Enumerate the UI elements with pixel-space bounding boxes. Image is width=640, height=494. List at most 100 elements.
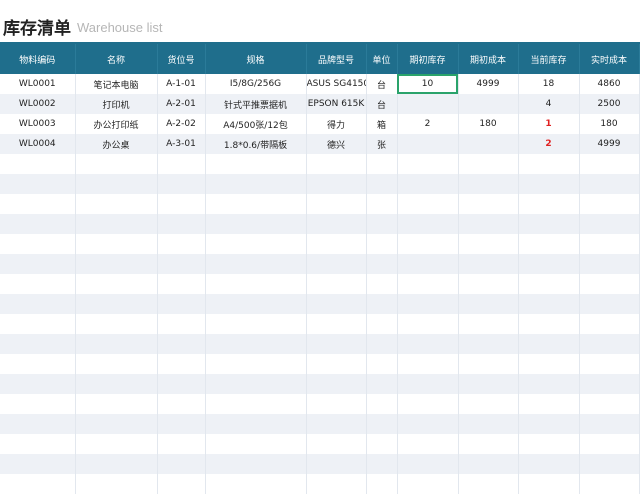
cell-name[interactable]: 办公桌: [75, 134, 158, 154]
empty-cell[interactable]: [397, 394, 459, 414]
empty-cell[interactable]: [579, 354, 640, 374]
empty-cell[interactable]: [75, 174, 158, 194]
empty-cell[interactable]: [397, 474, 459, 494]
empty-cell[interactable]: [518, 454, 580, 474]
empty-cell[interactable]: [306, 414, 367, 434]
empty-cell[interactable]: [397, 254, 459, 274]
cell-unit[interactable]: 张: [366, 134, 398, 154]
empty-cell[interactable]: [0, 294, 76, 314]
empty-cell[interactable]: [205, 434, 307, 454]
empty-cell[interactable]: [157, 434, 206, 454]
empty-cell[interactable]: [75, 294, 158, 314]
cell-opening-stock-selected[interactable]: 10: [397, 74, 459, 94]
header-opening-cost[interactable]: 期初成本: [458, 44, 519, 74]
empty-cell[interactable]: [518, 254, 580, 274]
empty-cell[interactable]: [157, 154, 206, 174]
cell-brand[interactable]: EPSON 615K: [306, 94, 367, 114]
empty-cell[interactable]: [458, 374, 519, 394]
empty-cell[interactable]: [397, 454, 459, 474]
empty-cell[interactable]: [0, 334, 76, 354]
empty-cell[interactable]: [397, 214, 459, 234]
empty-cell[interactable]: [157, 254, 206, 274]
empty-cell[interactable]: [306, 234, 367, 254]
empty-cell[interactable]: [205, 174, 307, 194]
empty-cell[interactable]: [205, 294, 307, 314]
empty-cell[interactable]: [75, 414, 158, 434]
empty-cell[interactable]: [306, 294, 367, 314]
empty-cell[interactable]: [366, 194, 398, 214]
empty-cell[interactable]: [205, 214, 307, 234]
empty-cell[interactable]: [579, 414, 640, 434]
header-current-stock[interactable]: 当前库存: [518, 44, 580, 74]
empty-cell[interactable]: [518, 314, 580, 334]
empty-cell[interactable]: [458, 414, 519, 434]
empty-cell[interactable]: [306, 214, 367, 234]
empty-cell[interactable]: [75, 474, 158, 494]
empty-cell[interactable]: [0, 154, 76, 174]
empty-cell[interactable]: [306, 254, 367, 274]
empty-cell[interactable]: [306, 354, 367, 374]
cell-unit[interactable]: 台: [366, 94, 398, 114]
empty-cell[interactable]: [0, 234, 76, 254]
empty-cell[interactable]: [579, 194, 640, 214]
empty-cell[interactable]: [366, 274, 398, 294]
empty-cell[interactable]: [157, 214, 206, 234]
empty-cell[interactable]: [579, 294, 640, 314]
empty-cell[interactable]: [579, 434, 640, 454]
cell-name[interactable]: 打印机: [75, 94, 158, 114]
empty-cell[interactable]: [205, 374, 307, 394]
empty-cell[interactable]: [458, 474, 519, 494]
empty-cell[interactable]: [458, 154, 519, 174]
empty-cell[interactable]: [458, 254, 519, 274]
cell-current-stock-low[interactable]: 2: [518, 134, 580, 154]
cell-brand[interactable]: 得力: [306, 114, 367, 134]
empty-cell[interactable]: [518, 234, 580, 254]
header-realtime-cost[interactable]: 实时成本: [579, 44, 640, 74]
cell-brand[interactable]: 德兴: [306, 134, 367, 154]
empty-cell[interactable]: [205, 394, 307, 414]
empty-cell[interactable]: [366, 334, 398, 354]
empty-cell[interactable]: [366, 174, 398, 194]
cell-spec[interactable]: 针式平推票据机: [205, 94, 307, 114]
empty-cell[interactable]: [458, 234, 519, 254]
empty-cell[interactable]: [366, 294, 398, 314]
empty-cell[interactable]: [518, 194, 580, 214]
empty-cell[interactable]: [157, 354, 206, 374]
empty-cell[interactable]: [75, 314, 158, 334]
empty-cell[interactable]: [366, 214, 398, 234]
empty-cell[interactable]: [518, 334, 580, 354]
empty-cell[interactable]: [397, 414, 459, 434]
cell-material-code[interactable]: WL0004: [0, 134, 76, 154]
empty-cell[interactable]: [205, 474, 307, 494]
empty-cell[interactable]: [518, 174, 580, 194]
empty-cell[interactable]: [0, 194, 76, 214]
empty-cell[interactable]: [397, 174, 459, 194]
empty-cell[interactable]: [366, 254, 398, 274]
empty-cell[interactable]: [458, 194, 519, 214]
empty-cell[interactable]: [205, 154, 307, 174]
empty-cell[interactable]: [306, 154, 367, 174]
empty-cell[interactable]: [157, 394, 206, 414]
empty-cell[interactable]: [397, 434, 459, 454]
empty-cell[interactable]: [366, 394, 398, 414]
cell-opening-cost[interactable]: [458, 94, 519, 114]
empty-cell[interactable]: [397, 194, 459, 214]
cell-material-code[interactable]: WL0003: [0, 114, 76, 134]
cell-location[interactable]: A-3-01: [157, 134, 206, 154]
cell-current-stock-low[interactable]: 1: [518, 114, 580, 134]
empty-cell[interactable]: [75, 254, 158, 274]
empty-cell[interactable]: [366, 234, 398, 254]
header-unit[interactable]: 单位: [366, 44, 398, 74]
empty-cell[interactable]: [579, 334, 640, 354]
empty-cell[interactable]: [518, 274, 580, 294]
cell-opening-cost[interactable]: [458, 134, 519, 154]
cell-location[interactable]: A-2-02: [157, 114, 206, 134]
empty-cell[interactable]: [397, 314, 459, 334]
empty-cell[interactable]: [0, 214, 76, 234]
empty-cell[interactable]: [205, 414, 307, 434]
empty-cell[interactable]: [518, 394, 580, 414]
empty-cell[interactable]: [75, 234, 158, 254]
empty-cell[interactable]: [0, 174, 76, 194]
empty-cell[interactable]: [205, 354, 307, 374]
empty-cell[interactable]: [458, 174, 519, 194]
